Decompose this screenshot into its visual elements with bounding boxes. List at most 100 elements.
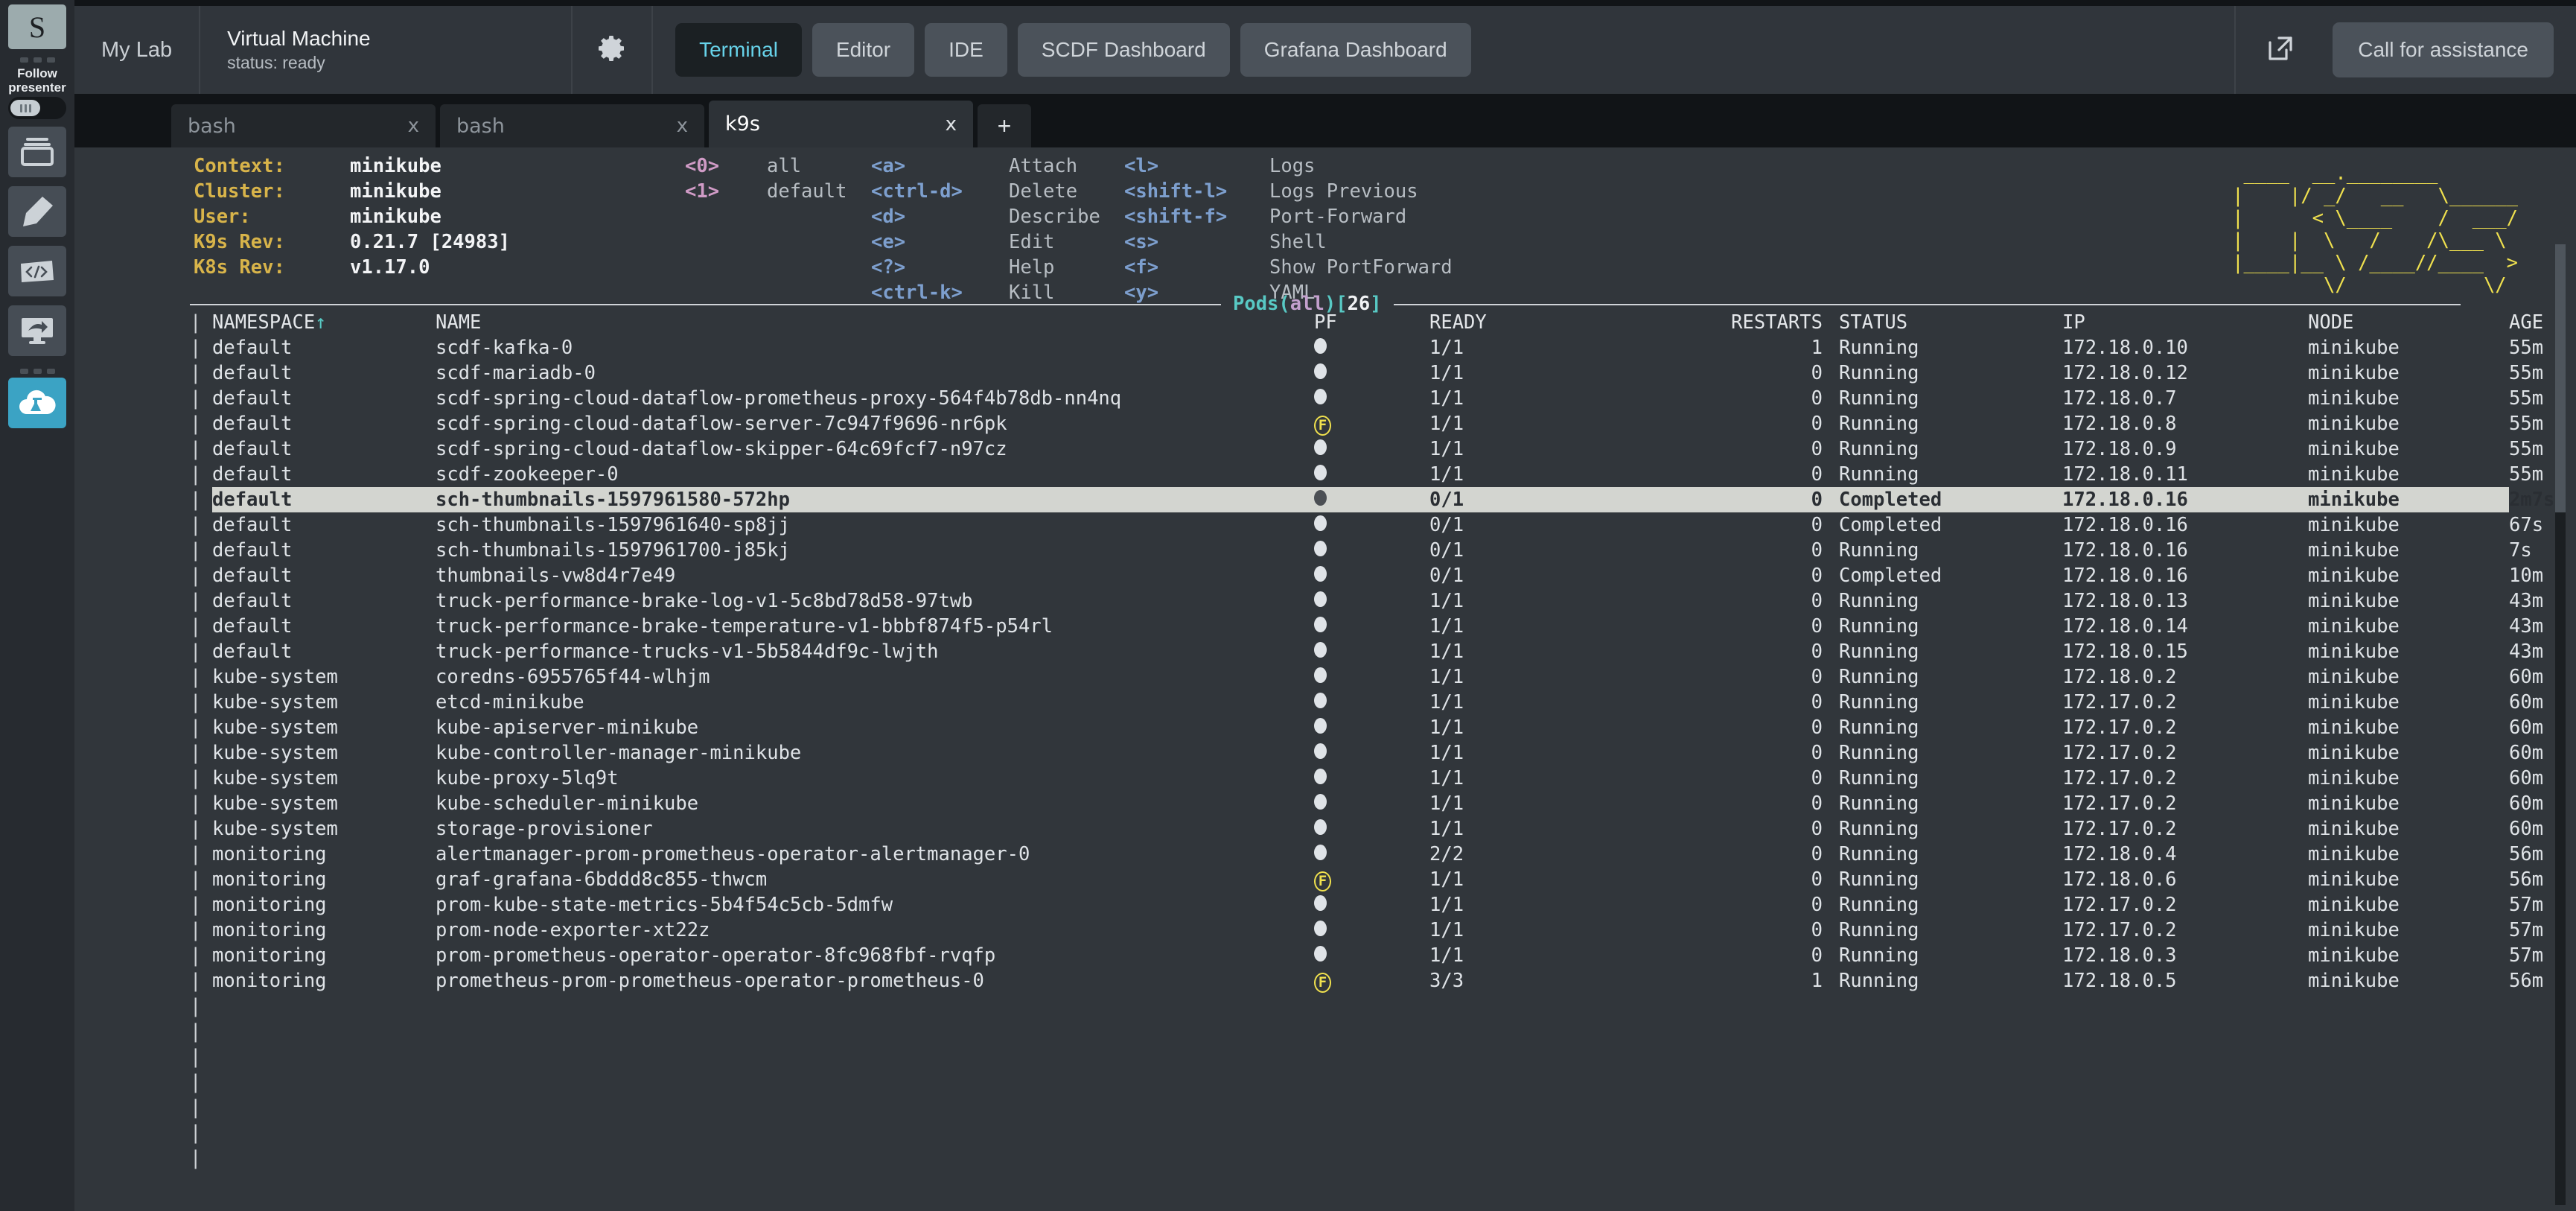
- cell-ready: 0/1: [1429, 487, 1552, 512]
- cell-ready: 1/1: [1429, 588, 1552, 614]
- table-row[interactable]: |defaulttruck-performance-brake-temperat…: [190, 614, 2509, 639]
- table-row[interactable]: |kube-systemkube-controller-manager-mini…: [190, 740, 2509, 766]
- column-header-namespace[interactable]: NAMESPACE↑: [212, 310, 436, 335]
- slides-icon: [20, 136, 54, 168]
- table-left-border: |: [190, 436, 212, 462]
- cell-name: truck-performance-trucks-v1-5b5844df9c-l…: [436, 639, 1314, 664]
- table-row[interactable]: |defaulttruck-performance-trucks-v1-5b58…: [190, 639, 2509, 664]
- table-row[interactable]: |monitoringprom-prometheus-operator-oper…: [190, 943, 2509, 968]
- table-row[interactable]: |kube-systemkube-proxy-5lq9t1/10Running1…: [190, 766, 2509, 791]
- table-left-border: |: [190, 968, 212, 994]
- table-row[interactable]: |defaultsch-thumbnails-1597961640-sp8jj0…: [190, 512, 2509, 538]
- kv-row: Cluster:minikube: [194, 179, 670, 204]
- sidebar-item-code-snippet[interactable]: [8, 246, 66, 296]
- sidebar-item-lab[interactable]: [8, 378, 66, 428]
- column-header-restarts[interactable]: RESTARTS: [1552, 310, 1839, 335]
- tab-scdf-dashboard[interactable]: SCDF Dashboard: [1018, 23, 1230, 77]
- table-left-border: |: [190, 918, 212, 943]
- follow-presenter-toggle[interactable]: [8, 97, 66, 119]
- table-row[interactable]: |defaultscdf-spring-cloud-dataflow-serve…: [190, 411, 2509, 436]
- table-row[interactable]: |defaultscdf-kafka-01/11Running172.18.0.…: [190, 335, 2509, 360]
- cell-namespace: default: [212, 639, 436, 664]
- table-row[interactable]: |monitoringgraf-grafana-6bddd8c855-thwcm…: [190, 867, 2509, 892]
- cell-namespace: monitoring: [212, 842, 436, 867]
- cell-ip: 172.17.0.2: [2062, 816, 2308, 842]
- kv-key: K8s Rev:: [194, 255, 350, 280]
- sidebar-item-highlighter[interactable]: [8, 186, 66, 237]
- cell-pf: [1314, 588, 1429, 614]
- cell-status: Running: [1839, 740, 2062, 766]
- table-row[interactable]: |defaultsch-thumbnails-1597961700-j85kj0…: [190, 538, 2509, 563]
- table-row[interactable]: |defaultthumbnails-vw8d4r7e490/10Complet…: [190, 563, 2509, 588]
- cell-name: kube-scheduler-minikube: [436, 791, 1314, 816]
- tab-ide[interactable]: IDE: [925, 23, 1007, 77]
- table-row[interactable]: |monitoringprom-kube-state-metrics-5b4f5…: [190, 892, 2509, 918]
- call-for-assistance-button[interactable]: Call for assistance: [2333, 22, 2554, 77]
- cell-restarts: 0: [1552, 867, 1839, 892]
- cell-pf: F: [1314, 867, 1429, 892]
- cell-restarts: 0: [1552, 639, 1839, 664]
- table-row-selected[interactable]: |defaultsch-thumbnails-1597961580-572hp0…: [190, 487, 2509, 512]
- table-row[interactable]: |kube-systemstorage-provisioner1/10Runni…: [190, 816, 2509, 842]
- k9s-keys-column-1: <a>Attach<ctrl-d>Delete<d>Describe<e>Edi…: [871, 153, 1124, 302]
- cell-status: Running: [1839, 766, 2062, 791]
- table-row[interactable]: |kube-systemkube-scheduler-minikube1/10R…: [190, 791, 2509, 816]
- kc2-value: Shell: [1269, 229, 1327, 255]
- open-external-button[interactable]: [2234, 6, 2325, 94]
- status-dot-icon: [1314, 946, 1327, 962]
- column-header-status[interactable]: STATUS: [1839, 310, 2062, 335]
- kc2-key: <f>: [1124, 255, 1269, 280]
- cell-ip: 172.18.0.16: [2062, 538, 2308, 563]
- cell-restarts: 0: [1552, 690, 1839, 715]
- table-row[interactable]: |defaultscdf-mariadb-01/10Running172.18.…: [190, 360, 2509, 386]
- scrollbar-thumb[interactable]: [2555, 244, 2566, 512]
- cell-namespace: kube-system: [212, 740, 436, 766]
- cell-node: minikube: [2308, 943, 2509, 968]
- status-dot-icon: [1314, 541, 1327, 556]
- status-dot-icon: [1314, 667, 1327, 683]
- table-row[interactable]: |defaultscdf-spring-cloud-dataflow-prome…: [190, 386, 2509, 411]
- table-row[interactable]: |defaultscdf-zookeeper-01/10Running172.1…: [190, 462, 2509, 487]
- table-row[interactable]: |kube-systemcoredns-6955765f44-wlhjm1/10…: [190, 664, 2509, 690]
- tab-terminal[interactable]: Terminal: [675, 23, 802, 77]
- column-header-node[interactable]: NODE: [2308, 310, 2509, 335]
- tab-grafana-dashboard[interactable]: Grafana Dashboard: [1240, 23, 1471, 77]
- table-row[interactable]: |kube-systemkube-apiserver-minikube1/10R…: [190, 715, 2509, 740]
- cell-restarts: 0: [1552, 538, 1839, 563]
- sidebar-item-slides[interactable]: [8, 127, 66, 177]
- column-header-name[interactable]: NAME: [436, 310, 1314, 335]
- column-header-ip[interactable]: IP: [2062, 310, 2308, 335]
- table-row[interactable]: |kube-systemetcd-minikube1/10Running172.…: [190, 690, 2509, 715]
- terminal-tab-k9s[interactable]: k9s x: [709, 101, 973, 147]
- close-icon[interactable]: x: [946, 113, 957, 136]
- cell-namespace: default: [212, 588, 436, 614]
- new-terminal-tab-button[interactable]: +: [978, 104, 1031, 147]
- close-icon[interactable]: x: [408, 115, 419, 137]
- column-header-ready[interactable]: READY: [1429, 310, 1552, 335]
- terminal-tab-bash-1[interactable]: bash x: [171, 104, 436, 147]
- close-icon[interactable]: x: [677, 115, 688, 137]
- cell-status: Running: [1839, 436, 2062, 462]
- kc2-key: <shift-l>: [1124, 179, 1269, 204]
- cell-ip: 172.18.0.16: [2062, 563, 2308, 588]
- sidebar-item-screen-share[interactable]: [8, 305, 66, 356]
- cell-name: scdf-mariadb-0: [436, 360, 1314, 386]
- table-row[interactable]: |defaulttruck-performance-brake-log-v1-5…: [190, 588, 2509, 614]
- screen-share-icon: [19, 316, 55, 346]
- terminal-tab-bash-2[interactable]: bash x: [440, 104, 704, 147]
- terminal-scrollbar[interactable]: [2555, 244, 2566, 1205]
- status-dot-icon: [1314, 743, 1327, 759]
- table-row[interactable]: |defaultscdf-spring-cloud-dataflow-skipp…: [190, 436, 2509, 462]
- my-lab-label[interactable]: My Lab: [74, 6, 200, 94]
- table-row[interactable]: |monitoringprometheus-prom-prometheus-op…: [190, 968, 2509, 994]
- kc2-key: <s>: [1124, 229, 1269, 255]
- settings-button[interactable]: [573, 6, 653, 94]
- k9s-terminal[interactable]: Context:minikubeCluster:minikubeUser:min…: [74, 147, 2576, 1211]
- tab-editor[interactable]: Editor: [812, 23, 914, 77]
- cell-restarts: 0: [1552, 436, 1839, 462]
- cell-namespace: kube-system: [212, 690, 436, 715]
- table-row[interactable]: |monitoringalertmanager-prom-prometheus-…: [190, 842, 2509, 867]
- cell-name: truck-performance-brake-temperature-v1-b…: [436, 614, 1314, 639]
- table-row[interactable]: |monitoringprom-node-exporter-xt22z1/10R…: [190, 918, 2509, 943]
- cell-pf: [1314, 487, 1429, 512]
